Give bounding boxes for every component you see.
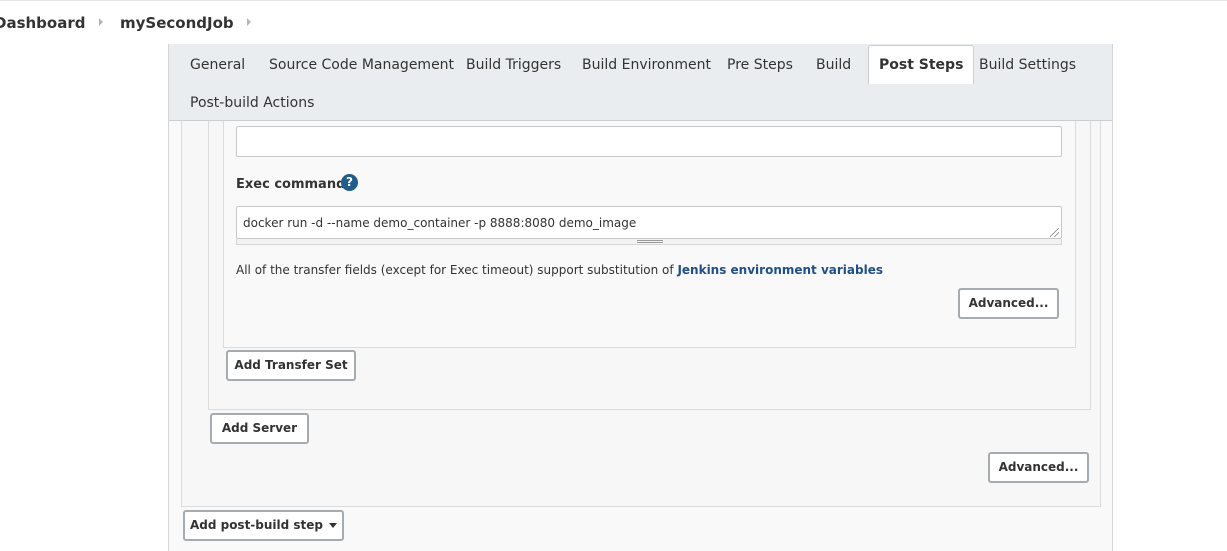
tab-post-steps[interactable]: Post Steps: [868, 45, 975, 84]
tab-general[interactable]: General: [190, 56, 245, 74]
chevron-right-icon[interactable]: [247, 18, 251, 26]
exec-command-textarea[interactable]: docker run -d --name demo_container -p 8…: [236, 206, 1062, 239]
tab-build-settings[interactable]: Build Settings: [979, 56, 1076, 74]
add-server-button[interactable]: Add Server: [210, 413, 309, 444]
transfer-field-input[interactable]: [236, 126, 1062, 157]
add-post-build-step-label: Add post-build step: [189, 518, 324, 532]
transfer-advanced-button[interactable]: Advanced...: [958, 288, 1059, 319]
resize-grip-icon[interactable]: [1050, 228, 1059, 237]
breadcrumb-job[interactable]: mySecondJob: [120, 14, 234, 32]
jenkins-env-vars-link[interactable]: Jenkins environment variables: [677, 263, 883, 277]
config-panel: General Source Code Management Build Tri…: [168, 44, 1113, 551]
help-icon[interactable]: ?: [341, 174, 358, 191]
breadcrumb-dashboard[interactable]: Dashboard: [0, 14, 85, 32]
tab-build[interactable]: Build: [816, 56, 851, 74]
publisher-advanced-button[interactable]: Advanced...: [988, 452, 1089, 483]
substitution-info: All of the transfer fields (except for E…: [236, 263, 883, 277]
add-transfer-set-button[interactable]: Add Transfer Set: [226, 350, 356, 381]
drag-handle-icon[interactable]: [637, 240, 663, 243]
tab-source-code-management[interactable]: Source Code Management: [269, 56, 454, 74]
add-post-build-step-button[interactable]: Add post-build step: [183, 510, 344, 541]
substitution-info-text: All of the transfer fields (except for E…: [236, 263, 678, 277]
tab-build-triggers[interactable]: Build Triggers: [466, 56, 561, 74]
exec-command-label: Exec command: [236, 177, 346, 192]
caret-down-icon: [329, 523, 338, 528]
breadcrumb: Dashboard mySecondJob: [0, 0, 1227, 44]
tab-post-build-actions[interactable]: Post-build Actions: [190, 94, 314, 112]
chevron-right-icon[interactable]: [99, 18, 103, 26]
tab-build-environment[interactable]: Build Environment: [582, 56, 711, 74]
tab-pre-steps[interactable]: Pre Steps: [727, 56, 793, 74]
config-tab-bar: General Source Code Management Build Tri…: [169, 44, 1112, 121]
